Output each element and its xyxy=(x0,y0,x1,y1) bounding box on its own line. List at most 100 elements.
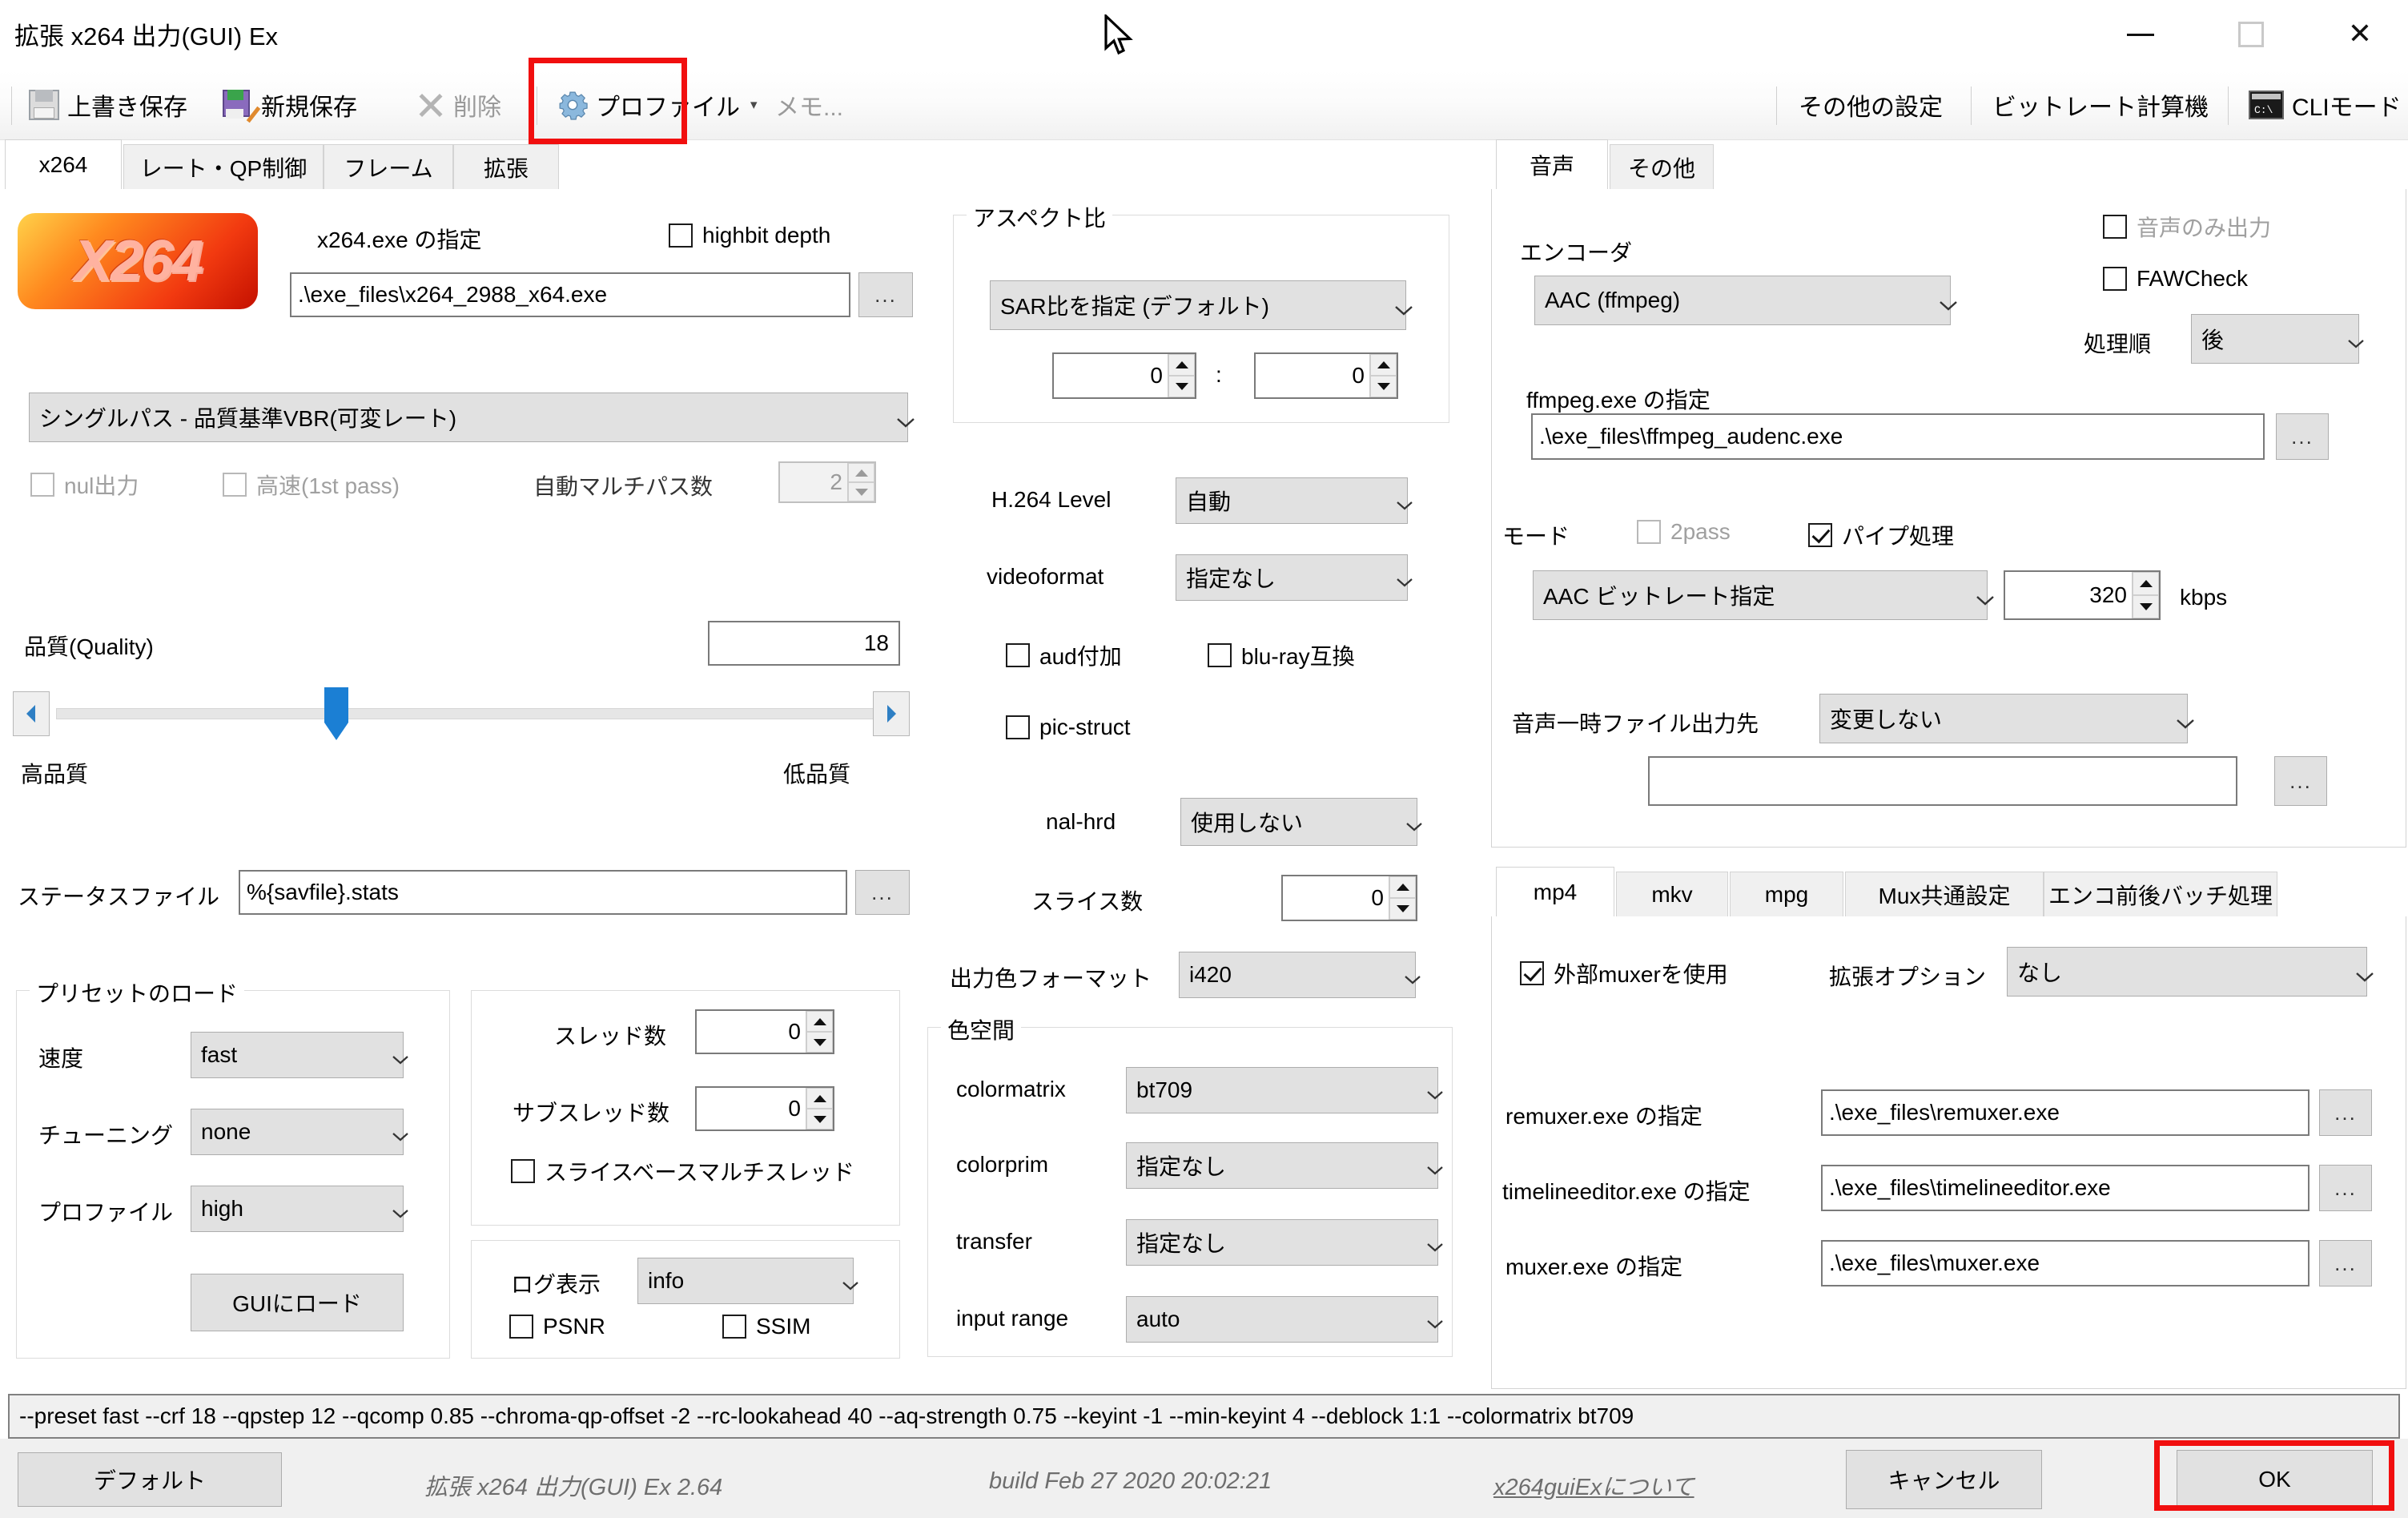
videoformat-combo[interactable]: 指定なし xyxy=(1176,554,1413,601)
timelineeditor-browse-button[interactable]: ... xyxy=(2319,1165,2372,1211)
spinner-up[interactable] xyxy=(848,463,874,482)
fast-first-pass-checkbox[interactable]: 高速(1st pass) xyxy=(223,469,400,501)
chevron-down-icon[interactable]: ▾ xyxy=(750,97,758,113)
quality-slider-thumb[interactable] xyxy=(323,687,350,742)
audio-only-checkbox[interactable]: 音声のみ出力 xyxy=(2103,211,2271,243)
tab-mpg[interactable]: mpg xyxy=(1730,872,1843,916)
audio-temp-path-input[interactable] xyxy=(1648,756,2237,806)
spinner-buttons[interactable] xyxy=(1369,354,1397,397)
cancel-button[interactable]: キャンセル xyxy=(1846,1450,2042,1509)
encode-mode-combo[interactable]: シングルパス - 品質基準VBR(可変レート) xyxy=(29,393,915,442)
tab-frame[interactable]: フレーム xyxy=(324,144,453,189)
ffmpeg-path-input[interactable]: .\exe_files\ffmpeg_audenc.exe xyxy=(1531,413,2265,460)
toolbar-delete[interactable]: 削除 xyxy=(408,79,509,131)
spinner-up[interactable] xyxy=(806,1011,833,1032)
toolbar-bitrate-calculator[interactable]: ビットレート計算機 xyxy=(1984,79,2217,131)
h264-level-combo[interactable]: 自動 xyxy=(1176,477,1413,524)
ok-button[interactable]: OK xyxy=(2177,1450,2373,1509)
ffmpeg-browse-button[interactable]: ... xyxy=(2276,413,2329,460)
output-colorformat-combo[interactable]: i420 xyxy=(1179,952,1421,998)
toolbar-cli-mode[interactable]: C:\ CLIモード xyxy=(2241,79,2408,131)
about-link[interactable]: x264guiExについて xyxy=(1493,1468,1694,1502)
colormatrix-combo[interactable]: bt709 xyxy=(1126,1067,1443,1113)
toolbar-memo[interactable]: メモ... xyxy=(767,79,851,131)
status-file-browse-button[interactable]: ... xyxy=(855,870,910,915)
quality-value-input[interactable]: 18 xyxy=(708,621,900,666)
pic-struct-checkbox[interactable]: pic-struct xyxy=(1006,715,1131,740)
timelineeditor-path-input[interactable]: .\exe_files\timelineeditor.exe xyxy=(1821,1165,2310,1211)
highbit-depth-checkbox[interactable]: highbit depth xyxy=(669,223,830,248)
slices-spinner[interactable]: 0 xyxy=(1281,875,1417,921)
auto-multipass-spinner[interactable]: 2 xyxy=(778,461,876,503)
psnr-checkbox[interactable]: PSNR xyxy=(509,1314,605,1339)
spinner-down[interactable] xyxy=(2133,595,2159,618)
spinner-buttons[interactable] xyxy=(847,463,874,501)
sar-mode-combo[interactable]: SAR比を指定 (デフォルト) xyxy=(990,280,1413,330)
tab-audio-other[interactable]: その他 xyxy=(1610,144,1714,189)
preset-tuning-combo[interactable]: none xyxy=(191,1109,408,1155)
pipe-processing-checkbox[interactable]: パイプ処理 xyxy=(1808,519,1954,551)
tab-mux-common[interactable]: Mux共通設定 xyxy=(1845,872,2044,916)
preset-speed-combo[interactable]: fast xyxy=(191,1032,408,1078)
load-to-gui-button[interactable]: GUIにロード xyxy=(191,1274,404,1331)
muxer-browse-button[interactable]: ... xyxy=(2319,1240,2372,1286)
tab-audio[interactable]: 音声 xyxy=(1496,139,1608,189)
tab-rate-qp-control[interactable]: レート・QP制御 xyxy=(123,144,324,189)
tab-batch-processing[interactable]: エンコ前後バッチ処理 xyxy=(2044,872,2277,916)
slice-based-mt-checkbox[interactable]: スライスベースマルチスレッド xyxy=(511,1155,854,1187)
spinner-down[interactable] xyxy=(806,1109,833,1129)
audio-bitrate-mode-combo[interactable]: AAC ビットレート指定 xyxy=(1533,570,1994,620)
x264-exe-path-input[interactable]: .\exe_files\x264_2988_x64.exe xyxy=(290,272,850,317)
tab-extended[interactable]: 拡張 xyxy=(453,144,559,189)
slider-increase-button[interactable] xyxy=(873,691,910,736)
sar-y-spinner[interactable]: 0 xyxy=(1254,352,1398,399)
spinner-buttons[interactable] xyxy=(1389,876,1416,920)
log-display-combo[interactable]: info xyxy=(637,1258,858,1304)
spinner-up[interactable] xyxy=(2133,572,2159,595)
subthreads-spinner[interactable]: 0 xyxy=(695,1086,834,1131)
spinner-buttons[interactable] xyxy=(806,1011,833,1053)
status-file-input[interactable]: %{savfile}.stats xyxy=(239,870,847,915)
tab-mp4[interactable]: mp4 xyxy=(1496,867,1614,916)
slider-decrease-button[interactable] xyxy=(13,691,50,736)
sar-x-spinner[interactable]: 0 xyxy=(1052,352,1196,399)
spinner-down[interactable] xyxy=(1370,376,1397,397)
quality-slider-track[interactable] xyxy=(56,708,876,719)
bluray-compat-checkbox[interactable]: blu-ray互換 xyxy=(1208,639,1355,671)
spinner-buttons[interactable] xyxy=(806,1088,833,1129)
toolbar-overwrite-save[interactable]: 上書き保存 xyxy=(21,79,195,131)
spinner-down[interactable] xyxy=(806,1032,833,1053)
remuxer-path-input[interactable]: .\exe_files\remuxer.exe xyxy=(1821,1089,2310,1136)
transfer-combo[interactable]: 指定なし xyxy=(1126,1219,1443,1266)
toolbar-other-settings[interactable]: その他の設定 xyxy=(1791,79,1951,131)
toolbar-profile[interactable]: プロファイル ▾ xyxy=(549,79,766,131)
remuxer-browse-button[interactable]: ... xyxy=(2319,1089,2372,1136)
spinner-up[interactable] xyxy=(1389,876,1416,898)
spinner-buttons[interactable] xyxy=(1168,354,1195,397)
muxer-path-input[interactable]: .\exe_files\muxer.exe xyxy=(1821,1240,2310,1286)
threads-spinner[interactable]: 0 xyxy=(695,1009,834,1054)
maximize-button[interactable] xyxy=(2201,0,2301,69)
nal-hrd-combo[interactable]: 使用しない xyxy=(1180,798,1422,846)
audio-2pass-checkbox[interactable]: 2pass xyxy=(1637,519,1731,545)
spinner-down[interactable] xyxy=(848,482,874,501)
aud-checkbox[interactable]: aud付加 xyxy=(1006,639,1122,671)
minimize-button[interactable] xyxy=(2090,0,2191,69)
audio-temp-browse-button[interactable]: ... xyxy=(2274,756,2327,806)
spinner-buttons[interactable] xyxy=(2132,572,2159,618)
spinner-down[interactable] xyxy=(1389,898,1416,920)
spinner-up[interactable] xyxy=(1370,354,1397,376)
spinner-down[interactable] xyxy=(1168,376,1195,397)
spinner-up[interactable] xyxy=(1168,354,1195,376)
spinner-up[interactable] xyxy=(806,1088,833,1109)
toolbar-new-save[interactable]: 新規保存 xyxy=(215,79,365,131)
tab-mkv[interactable]: mkv xyxy=(1616,872,1728,916)
fawcheck-checkbox[interactable]: FAWCheck xyxy=(2103,266,2248,292)
audio-bitrate-spinner[interactable]: 320 xyxy=(2004,570,2161,620)
preset-profile-combo[interactable]: high xyxy=(191,1186,408,1232)
audio-temp-dir-combo[interactable]: 変更しない xyxy=(1819,694,2194,743)
nul-output-checkbox[interactable]: nul出力 xyxy=(30,469,139,501)
ext-option-combo[interactable]: なし xyxy=(2007,947,2374,997)
colorprim-combo[interactable]: 指定なし xyxy=(1126,1142,1443,1189)
defaults-button[interactable]: デフォルト xyxy=(18,1452,282,1507)
